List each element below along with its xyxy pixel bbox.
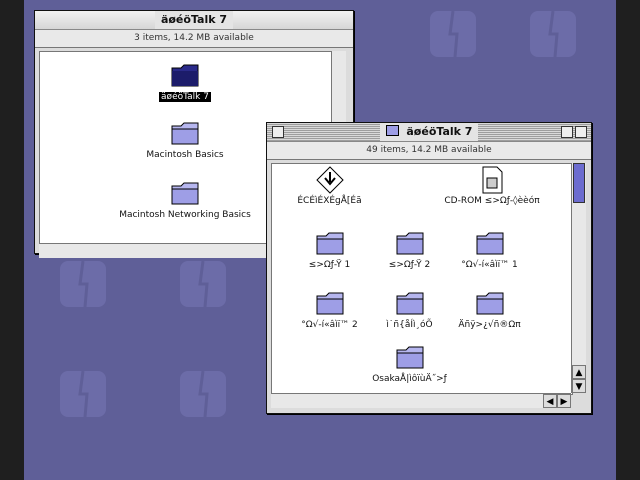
file-item[interactable]: Macintosh Basics — [140, 120, 230, 160]
collapse-box-button[interactable] — [575, 126, 587, 138]
file-item[interactable]: Macintosh Networking Basics — [110, 180, 260, 220]
folder-icon — [315, 230, 345, 256]
file-item-label: Macintosh Networking Basics — [119, 210, 251, 220]
window-info-bar: 49 items, 14.2 MB available — [267, 142, 591, 160]
file-item[interactable]: ≤>Ωƒ-Ÿ 1 — [287, 230, 372, 270]
finder-pattern-icon — [54, 365, 112, 423]
file-item-label: ≤>Ωƒ-Ÿ 1 — [308, 260, 351, 270]
file-item-label: äøéöTalk 7 — [159, 92, 211, 102]
finder-pattern-icon — [174, 255, 232, 313]
finder-pattern-icon — [174, 365, 232, 423]
desktop: äøéöTalk 7 3 items, 14.2 MB available äø… — [24, 0, 616, 480]
scroll-left-button[interactable]: ◀ — [543, 394, 557, 408]
window-info: 3 items, 14.2 MB available — [134, 33, 254, 43]
vertical-scrollbar[interactable]: ▲ ▼ — [571, 163, 586, 393]
folder-icon — [475, 290, 505, 316]
document-icon — [477, 166, 507, 194]
window-title: äøéöTalk 7 — [154, 11, 234, 29]
folder-icon — [170, 62, 200, 88]
file-item-label: °Ω√-í«âìï™ 2 — [301, 320, 358, 330]
finder-pattern-icon — [424, 5, 482, 63]
window-info-bar: 3 items, 14.2 MB available — [35, 30, 353, 48]
folder-icon — [315, 290, 345, 316]
scroll-thumb[interactable] — [573, 163, 585, 203]
file-item-label: ÉCÉìÉXÉgÅ[Éã — [297, 196, 362, 206]
horizontal-scrollbar[interactable]: ◀ ▶ — [271, 393, 571, 408]
file-item-label: ≤>Ωƒ-Ÿ 2 — [388, 260, 431, 270]
file-item-label: °Ω√-í«âìï™ 1 — [461, 260, 518, 270]
finder-window-front[interactable]: äøéöTalk 7 49 items, 14.2 MB available É… — [266, 122, 592, 414]
window-info: 49 items, 14.2 MB available — [366, 145, 492, 155]
file-item-label: Äñÿ>¿√ñ®Ωπ — [458, 320, 521, 330]
file-item[interactable]: OsakaÅ|ìôïùÄ˝>ƒ — [357, 344, 462, 384]
folder-icon — [475, 230, 505, 256]
window-title-label: äøéöTalk 7 — [160, 13, 228, 26]
scroll-right-button[interactable]: ▶ — [557, 394, 571, 408]
file-item[interactable]: ÉCÉìÉXÉgÅ[Éã — [282, 166, 377, 206]
folder-icon — [395, 290, 425, 316]
file-item[interactable]: Äñÿ>¿√ñ®Ωπ — [447, 290, 532, 330]
scroll-down-button[interactable]: ▼ — [572, 379, 586, 393]
zoom-box-button[interactable] — [561, 126, 573, 138]
window-titlebar[interactable]: äøéöTalk 7 — [267, 123, 591, 142]
folder-title-icon — [385, 125, 399, 136]
file-item-label: CD-ROM ≤>Ωƒ-◊èèóπ — [444, 196, 540, 206]
folder-icon — [395, 344, 425, 370]
file-item[interactable]: äøéöTalk 7 — [140, 62, 230, 102]
folder-icon — [170, 180, 200, 206]
file-item[interactable]: ì˙ñ{åÍì¸óÕ — [367, 290, 452, 330]
folder-icon — [170, 120, 200, 146]
close-box-button[interactable] — [272, 126, 284, 138]
finder-pattern-icon — [524, 5, 582, 63]
scroll-up-button[interactable]: ▲ — [572, 365, 586, 379]
file-item-label: ì˙ñ{åÍì¸óÕ — [386, 320, 433, 330]
window-title: äøéöTalk 7 — [379, 123, 479, 141]
folder-icon — [395, 230, 425, 256]
file-item[interactable]: CD-ROM ≤>Ωƒ-◊èèóπ — [422, 166, 562, 206]
finder-pattern-icon — [54, 255, 112, 313]
installer-icon — [315, 166, 345, 194]
file-item[interactable]: °Ω√-í«âìï™ 1 — [447, 230, 532, 270]
window-titlebar[interactable]: äøéöTalk 7 — [35, 11, 353, 30]
file-item-label: Macintosh Basics — [146, 150, 224, 160]
file-item[interactable]: ≤>Ωƒ-Ÿ 2 — [367, 230, 452, 270]
window-content[interactable]: ÉCÉìÉXÉgÅ[Éã CD-ROM ≤>Ωƒ-◊èèóπ ≤>Ωƒ-Ÿ 1 … — [271, 163, 573, 395]
file-item[interactable]: °Ω√-í«âìï™ 2 — [287, 290, 372, 330]
window-title-label: äøéöTalk 7 — [406, 125, 473, 138]
file-item-label: OsakaÅ|ìôïùÄ˝>ƒ — [372, 374, 447, 384]
